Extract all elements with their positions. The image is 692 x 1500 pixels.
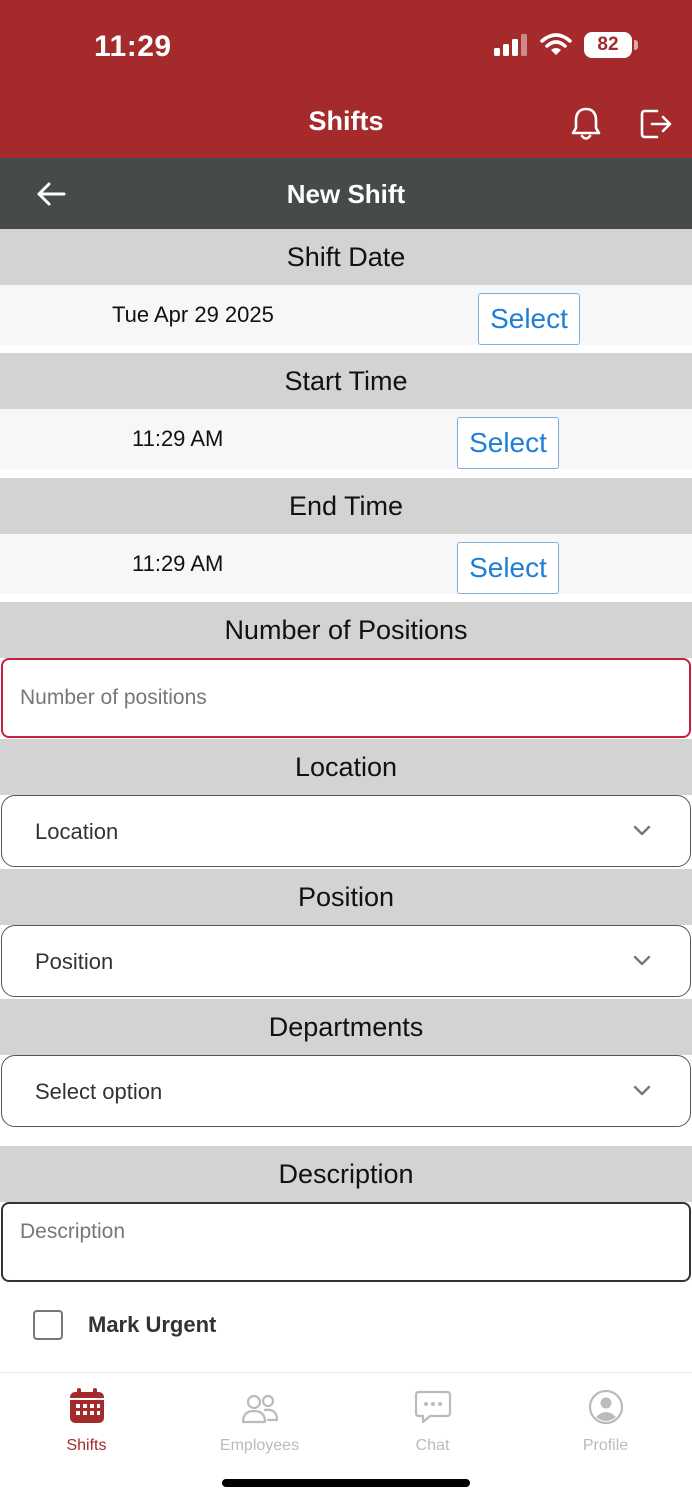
description-header: Description [0, 1146, 692, 1202]
departments-header: Departments [0, 999, 692, 1055]
wifi-icon [540, 33, 572, 55]
bell-icon [571, 107, 601, 140]
shift-date-value: Tue Apr 29 2025 [112, 302, 274, 327]
start-time-value: 11:29 AM [132, 426, 224, 451]
tab-label: Profile [582, 1437, 629, 1454]
tab-label: Shifts [66, 1437, 107, 1454]
end-time-header: End Time [0, 478, 692, 534]
description-input[interactable] [1, 1202, 691, 1282]
chevron-down-icon [633, 1085, 651, 1096]
logout-button[interactable] [634, 102, 678, 146]
end-time-select-button[interactable]: Select [457, 542, 559, 594]
form-title: New Shift [286, 179, 406, 209]
people-icon [241, 1394, 278, 1424]
status-icons: 82 [494, 32, 638, 58]
tab-label: Chat [415, 1437, 450, 1454]
app-bar: Shifts [0, 90, 692, 158]
mark-urgent-row: Mark Urgent [0, 1300, 692, 1360]
shift-date-header: Shift Date [0, 229, 692, 285]
chevron-down-icon [633, 955, 651, 966]
start-time-header: Start Time [0, 353, 692, 409]
position-dropdown[interactable]: Position [1, 925, 691, 997]
positions-header: Number of Positions [0, 602, 692, 658]
status-time: 11:29 [94, 30, 172, 63]
location-dropdown[interactable]: Location [1, 795, 691, 867]
tab-profile[interactable]: Profile [519, 1383, 692, 1463]
tab-chat[interactable]: Chat [346, 1383, 519, 1463]
location-selected: Location [35, 819, 119, 844]
battery-icon: 82 [584, 32, 638, 58]
shift-date-row: Tue Apr 29 2025 Select [0, 285, 692, 345]
start-time-select-button[interactable]: Select [457, 417, 559, 469]
calendar-icon [69, 1388, 104, 1423]
mark-urgent-checkbox[interactable] [33, 1310, 63, 1340]
location-header: Location [0, 739, 692, 795]
home-indicator [222, 1479, 470, 1487]
chevron-down-icon [633, 825, 651, 836]
notifications-button[interactable] [564, 102, 608, 146]
profile-icon [588, 1389, 623, 1425]
tab-shifts[interactable]: Shifts [0, 1383, 173, 1463]
status-bar: 11:29 82 [0, 0, 692, 90]
chat-icon [414, 1390, 451, 1424]
position-selected: Position [35, 949, 114, 974]
positions-input[interactable] [1, 658, 691, 738]
shift-date-select-button[interactable]: Select [478, 293, 580, 345]
mark-urgent-label: Mark Urgent [88, 1312, 217, 1337]
sub-header: New Shift [0, 158, 692, 229]
tab-employees[interactable]: Employees [173, 1383, 346, 1463]
signal-icon [494, 34, 527, 56]
start-time-row: 11:29 AM Select [0, 409, 692, 469]
end-time-row: 11:29 AM Select [0, 534, 692, 594]
end-time-value: 11:29 AM [132, 551, 224, 576]
logout-icon [640, 109, 672, 139]
departments-selected: Select option [35, 1079, 163, 1104]
departments-dropdown[interactable]: Select option [1, 1055, 691, 1127]
tab-label: Employees [219, 1437, 300, 1454]
position-header: Position [0, 869, 692, 925]
